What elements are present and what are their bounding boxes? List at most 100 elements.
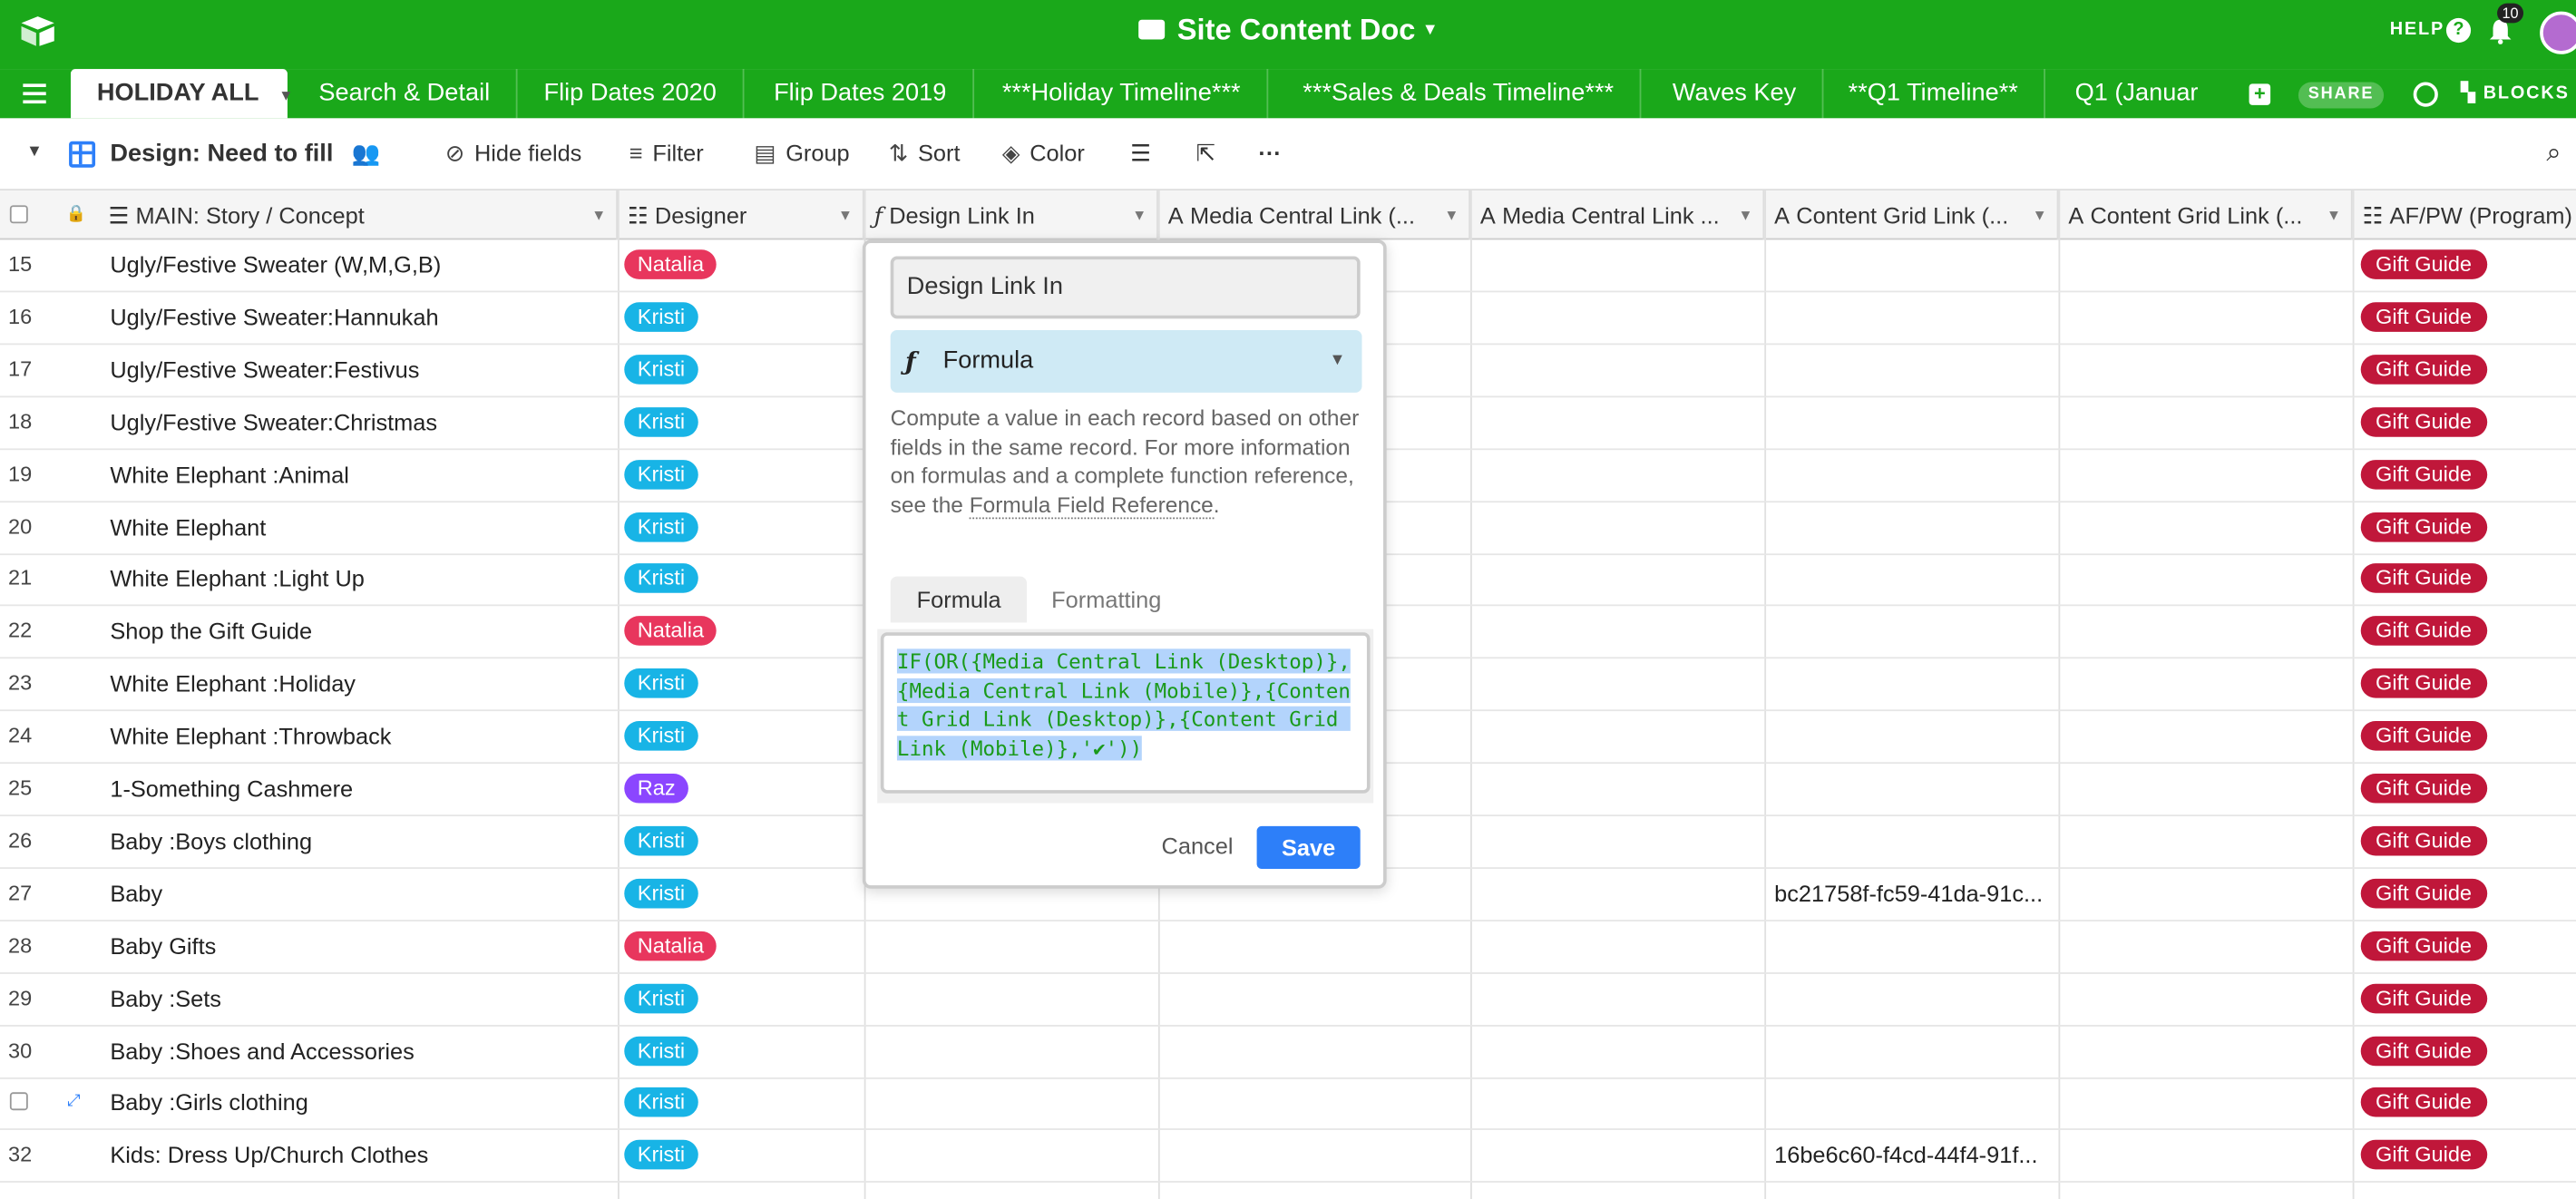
content-grid-link-cell[interactable]: bc21758f-fc59-41da-91c... xyxy=(1774,869,2043,918)
designer-tag[interactable]: Kristi xyxy=(624,563,698,594)
chevron-down-icon[interactable]: ▼ xyxy=(2033,190,2047,239)
program-tag[interactable]: Gift Guide xyxy=(2360,1035,2487,1066)
column-header-design-link-in[interactable]: ƒ Design Link In ▼ xyxy=(864,190,1158,240)
chevron-down-icon[interactable]: ▼ xyxy=(1132,190,1147,239)
tab-holiday-timeline[interactable]: ***Holiday Timeline*** xyxy=(976,69,1269,119)
select-all-checkbox[interactable] xyxy=(9,205,28,224)
program-tag[interactable]: Gift Guide xyxy=(2360,302,2487,332)
designer-tag[interactable]: Kristi xyxy=(624,721,698,751)
program-tag[interactable]: Gift Guide xyxy=(2360,249,2487,279)
story-concept-cell[interactable]: Baby :Boys clothing xyxy=(110,816,312,865)
expand-record-icon[interactable]: ⤢ xyxy=(67,1094,83,1111)
field-type-select[interactable]: ƒ Formula ▼ xyxy=(890,330,1362,393)
column-header-designer[interactable]: ☷ Designer ▼ xyxy=(618,190,864,240)
chevron-down-icon[interactable]: ▼ xyxy=(838,190,853,239)
add-table-icon[interactable]: + xyxy=(2249,83,2271,105)
table-row[interactable]: ⤢ Baby :Girls clothing Kristi Gift Guide xyxy=(0,1078,2576,1131)
column-header-media-central-desktop[interactable]: A Media Central Link (... ▼ xyxy=(1158,190,1471,240)
sort-button[interactable]: ⇅ Sort xyxy=(889,140,961,168)
program-tag[interactable]: Gift Guide xyxy=(2360,878,2487,909)
column-header-main-story[interactable]: ☰ MAIN: Story / Concept ▼ xyxy=(99,190,619,240)
program-tag[interactable]: Gift Guide xyxy=(2360,512,2487,541)
hamburger-menu-icon[interactable] xyxy=(23,83,46,104)
tab-search-detail[interactable]: Search & Detail xyxy=(292,69,518,119)
history-icon[interactable] xyxy=(2413,82,2438,107)
color-button[interactable]: ◈ Color xyxy=(1002,140,1085,168)
content-grid-link-cell[interactable]: 16be6c60-f4cd-44f4-91f... xyxy=(1774,1130,2037,1179)
share-view-icon[interactable]: ⇱ xyxy=(1196,140,1215,168)
story-concept-cell[interactable]: White Elephant :Light Up xyxy=(110,554,365,603)
tab-formatting[interactable]: Formatting xyxy=(1025,577,1187,623)
story-concept-cell[interactable]: 1-Something Cashmere xyxy=(110,764,353,813)
table-row[interactable]: 32 Kids: Dress Up/Church Clothes Kristi 16b… xyxy=(0,1130,2576,1184)
help-icon[interactable]: ? xyxy=(2445,17,2472,44)
story-concept-cell[interactable]: Ugly/Festive Sweater:Festivus xyxy=(110,345,419,394)
designer-tag[interactable]: Natalia xyxy=(624,249,717,279)
share-button[interactable]: SHARE xyxy=(2298,82,2385,109)
column-header-content-grid-desktop[interactable]: A Content Grid Link (... ▼ xyxy=(1764,190,2059,240)
story-concept-cell[interactable]: White Elephant xyxy=(110,502,266,551)
blocks-button[interactable]: ▚ BLOCKS xyxy=(2461,83,2569,103)
story-concept-cell[interactable]: Baby xyxy=(110,869,162,918)
program-tag[interactable]: Gift Guide xyxy=(2360,406,2487,437)
story-concept-cell[interactable]: White Elephant :Animal xyxy=(110,449,349,498)
designer-tag[interactable]: Kristi xyxy=(624,668,698,698)
tab-holiday-all[interactable]: HOLIDAY ALL ▼ xyxy=(70,69,293,119)
search-icon[interactable]: ⌕ xyxy=(2546,140,2561,170)
tab-flip-dates-2019[interactable]: Flip Dates 2019 xyxy=(747,69,975,119)
program-tag[interactable]: Gift Guide xyxy=(2360,931,2487,960)
program-tag[interactable]: Gift Guide xyxy=(2360,773,2487,804)
collaborators-icon[interactable]: 👥 xyxy=(352,140,381,168)
program-tag[interactable]: Gift Guide xyxy=(2360,825,2487,856)
collapse-sidebar-icon[interactable]: ▼ xyxy=(26,143,43,161)
designer-tag[interactable]: Kristi xyxy=(624,302,698,332)
designer-tag[interactable]: Kristi xyxy=(624,825,698,856)
column-header-content-grid-mobile[interactable]: A Content Grid Link (... ▼ xyxy=(2058,190,2353,240)
save-button[interactable]: Save xyxy=(1256,825,1361,869)
row-height-icon[interactable]: ☰ xyxy=(1130,140,1151,168)
story-concept-cell[interactable]: Shop the Gift Guide xyxy=(110,607,312,656)
table-row[interactable]: 29 Baby :Sets Kristi Gift Guide xyxy=(0,973,2576,1027)
program-tag[interactable]: Gift Guide xyxy=(2360,983,2487,1013)
column-header-af-pw-program[interactable]: ☷ AF/PW (Program) xyxy=(2353,190,2576,239)
designer-tag[interactable]: Raz xyxy=(624,773,689,804)
chevron-down-icon[interactable]: ▼ xyxy=(1738,190,1752,239)
designer-tag[interactable]: Kristi xyxy=(624,512,698,541)
group-button[interactable]: ▤ Group xyxy=(754,140,849,168)
story-concept-cell[interactable]: Baby :Sets xyxy=(110,973,221,1022)
tab-flip-dates-2020[interactable]: Flip Dates 2020 xyxy=(518,69,745,119)
designer-tag[interactable]: Natalia xyxy=(624,931,717,960)
chevron-down-icon[interactable]: ▼ xyxy=(278,87,293,103)
field-name-input[interactable]: Design Link In xyxy=(890,256,1361,319)
program-tag[interactable]: Gift Guide xyxy=(2360,616,2487,647)
designer-tag[interactable]: Natalia xyxy=(624,616,717,647)
story-concept-cell[interactable]: Baby :Girls clothing xyxy=(110,1078,307,1127)
program-tag[interactable]: Gift Guide xyxy=(2360,1087,2487,1118)
base-title[interactable]: Site Content Doc ▼ xyxy=(0,13,2576,47)
story-concept-cell[interactable]: White Elephant :Throwback xyxy=(110,711,391,760)
designer-tag[interactable]: Kristi xyxy=(624,354,698,385)
chevron-down-icon[interactable]: ▼ xyxy=(1444,190,1459,239)
designer-tag[interactable]: Kristi xyxy=(624,406,698,437)
tab-waves-key[interactable]: Waves Key xyxy=(1646,69,1825,119)
formula-editor[interactable]: IF(OR({Media Central Link (Desktop)},{Me… xyxy=(880,632,1371,794)
cancel-button[interactable]: Cancel xyxy=(1162,833,1234,859)
story-concept-cell[interactable]: Kids: Dress Up/Church Clothes xyxy=(110,1130,428,1179)
tab-q1-timeline[interactable]: **Q1 Timeline** xyxy=(1822,69,2046,119)
tab-formula[interactable]: Formula xyxy=(890,576,1028,623)
help-button[interactable]: HELP xyxy=(2390,20,2444,40)
program-tag[interactable]: Gift Guide xyxy=(2360,721,2487,751)
user-avatar[interactable] xyxy=(2540,11,2576,54)
designer-tag[interactable]: Kristi xyxy=(624,1035,698,1066)
tab-q1-january[interactable]: Q1 (Januar xyxy=(2049,69,2230,118)
view-name[interactable]: Design: Need to fill xyxy=(110,140,333,168)
filter-button[interactable]: ≡ Filter xyxy=(629,140,704,166)
chevron-down-icon[interactable]: ▼ xyxy=(591,190,606,239)
program-tag[interactable]: Gift Guide xyxy=(2360,668,2487,698)
story-concept-cell[interactable]: White Elephant :Holiday xyxy=(110,659,356,708)
tab-sales-deals-timeline[interactable]: ***Sales & Deals Timeline*** xyxy=(1276,69,1642,119)
story-concept-cell[interactable]: Baby :Shoes and Accessories xyxy=(110,1026,415,1075)
designer-tag[interactable]: Kristi xyxy=(624,983,698,1013)
formula-reference-link[interactable]: Formula Field Reference xyxy=(969,492,1214,520)
story-concept-cell[interactable]: Baby Gifts xyxy=(110,921,216,970)
